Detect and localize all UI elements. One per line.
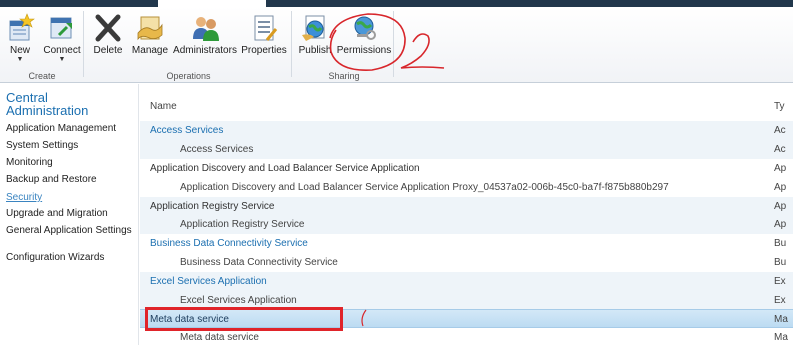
annotation-overlay [329,13,445,327]
number-two-annotation [400,33,445,69]
permissions-circle-annotation [329,13,406,71]
tick-mark-annotation [361,309,367,327]
highlight-box-annotation [145,307,343,331]
